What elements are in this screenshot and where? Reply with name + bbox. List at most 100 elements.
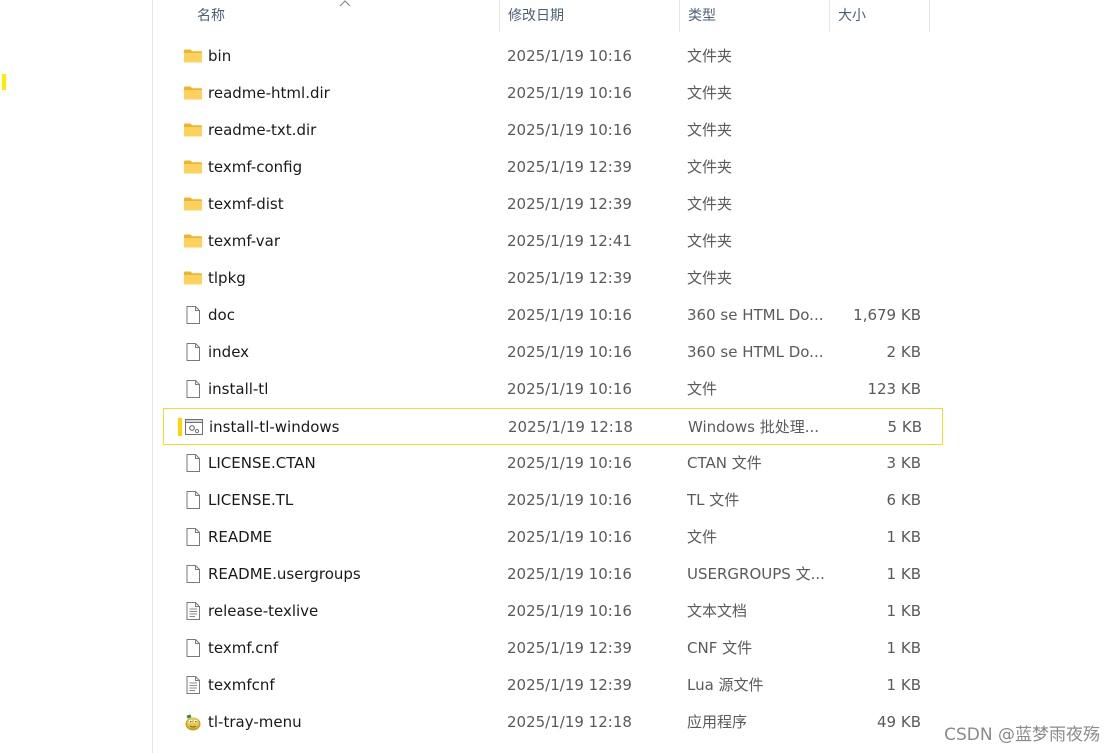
file-size [823,149,921,186]
folder-icon [183,231,203,251]
file-size [823,38,921,75]
file-size: 1,679 KB [853,306,921,324]
navigation-pane[interactable] [0,0,152,753]
file-icon [183,305,203,325]
file-row-texmfcnf[interactable]: texmfcnf 2025/1/19 12:39 Lua 源文件 1 KB [163,667,943,704]
file-date: 2025/1/19 10:16 [507,84,632,102]
file-row-texmf-config[interactable]: texmf-config 2025/1/19 12:39 文件夹 [163,149,943,186]
file-name: LICENSE.TL [208,491,294,509]
file-icon [183,490,203,510]
file-row-install-tl[interactable]: install-tl 2025/1/19 10:16 文件 123 KB [163,371,943,408]
column-header-date[interactable]: 修改日期 [499,0,679,32]
file-size [823,75,921,112]
file-type: 360 se HTML Do... [687,306,824,324]
nav-highlight-marker [2,74,6,90]
file-type: 文件夹 [687,84,733,102]
file-date: 2025/1/19 10:16 [507,306,632,324]
file-type: CNF 文件 [687,639,753,657]
file-type: 文件 [687,528,718,546]
file-row-readme[interactable]: README 2025/1/19 10:16 文件 1 KB [163,519,943,556]
app-icon [183,712,203,732]
batch-file-icon [184,417,204,437]
file-name: tl-tray-menu [208,713,302,731]
file-name: doc [208,306,235,324]
file-size: 123 KB [867,380,921,398]
file-name: texmf-config [208,158,303,176]
file-type: 文件 [687,380,718,398]
text-file-icon [183,601,203,621]
file-date: 2025/1/19 12:39 [507,195,632,213]
file-type: CTAN 文件 [687,454,762,472]
file-name: texmf.cnf [208,639,279,657]
file-row-readme-html-dir[interactable]: readme-html.dir 2025/1/19 10:16 文件夹 [163,75,943,112]
selection-marker [178,418,182,436]
file-date: 2025/1/19 12:39 [507,639,632,657]
file-type: USERGROUPS 文... [687,565,825,583]
file-date: 2025/1/19 12:39 [507,269,632,287]
file-size [823,112,921,149]
file-row-license-tl[interactable]: LICENSE.TL 2025/1/19 10:16 TL 文件 6 KB [163,482,943,519]
file-size: 2 KB [886,343,921,361]
file-name: release-texlive [208,602,319,620]
file-name: texmf-dist [208,195,284,213]
file-name: install-tl [208,380,269,398]
file-date: 2025/1/19 10:16 [507,343,632,361]
file-row-texmf-dist[interactable]: texmf-dist 2025/1/19 12:39 文件夹 [163,186,943,223]
column-header-type[interactable]: 类型 [679,0,829,32]
file-row-bin[interactable]: bin 2025/1/19 10:16 文件夹 [163,38,943,75]
file-row-tlpkg[interactable]: tlpkg 2025/1/19 12:39 文件夹 [163,260,943,297]
file-row-install-tl-windows[interactable]: install-tl-windows 2025/1/19 12:18 Windo… [163,408,943,445]
file-type: 文件夹 [687,195,733,213]
file-date: 2025/1/19 12:41 [507,232,632,250]
text-file-icon [183,675,203,695]
file-type: 文本文档 [687,602,748,620]
file-name: LICENSE.CTAN [208,454,316,472]
file-type: 文件夹 [687,121,733,139]
file-row-doc[interactable]: doc 2025/1/19 10:16 360 se HTML Do... 1,… [163,297,943,334]
file-name: texmfcnf [208,676,275,694]
file-size: 1 KB [886,676,921,694]
file-icon [183,379,203,399]
file-row-texmf-cnf[interactable]: texmf.cnf 2025/1/19 12:39 CNF 文件 1 KB [163,630,943,667]
file-icon [183,342,203,362]
file-row-texmf-var[interactable]: texmf-var 2025/1/19 12:41 文件夹 [163,223,943,260]
file-name: readme-txt.dir [208,121,317,139]
file-date: 2025/1/19 10:16 [507,528,632,546]
file-icon [183,564,203,584]
file-name: README.usergroups [208,565,361,583]
file-name: texmf-var [208,232,281,250]
file-size: 6 KB [886,491,921,509]
file-date: 2025/1/19 10:16 [507,47,632,65]
file-type: TL 文件 [687,491,740,509]
folder-icon [183,46,203,66]
file-row-readme-txt-dir[interactable]: readme-txt.dir 2025/1/19 10:16 文件夹 [163,112,943,149]
file-size [823,260,921,297]
file-row-license-ctan[interactable]: LICENSE.CTAN 2025/1/19 10:16 CTAN 文件 3 K… [163,445,943,482]
folder-icon [183,157,203,177]
file-size: 1 KB [886,602,921,620]
file-type: Windows 批处理... [688,418,820,436]
file-icon [183,453,203,473]
file-size: 49 KB [877,713,921,731]
file-row-release-texlive[interactable]: release-texlive 2025/1/19 10:16 文本文档 1 K… [163,593,943,630]
file-size: 3 KB [886,454,921,472]
file-icon [183,638,203,658]
file-date: 2025/1/19 10:16 [507,380,632,398]
file-size: 1 KB [886,528,921,546]
file-date: 2025/1/19 12:39 [507,676,632,694]
file-row-index[interactable]: index 2025/1/19 10:16 360 se HTML Do... … [163,334,943,371]
file-date: 2025/1/19 12:18 [507,713,632,731]
file-date: 2025/1/19 10:16 [507,602,632,620]
file-name: index [208,343,250,361]
file-row-readme-usergroups[interactable]: README.usergroups 2025/1/19 10:16 USERGR… [163,556,943,593]
column-header: 名称 修改日期 类型 大小 [153,0,1104,32]
file-type: 文件夹 [687,47,733,65]
column-header-size[interactable]: 大小 [829,0,929,32]
folder-icon [183,83,203,103]
file-name: readme-html.dir [208,84,330,102]
file-list-pane: 名称 修改日期 类型 大小 bin 2025/1/19 10:16 文件夹 re… [153,0,1104,753]
file-type: 文件夹 [687,269,733,287]
file-name: bin [208,47,232,65]
file-date: 2025/1/19 10:16 [507,565,632,583]
file-row-tl-tray-menu[interactable]: tl-tray-menu 2025/1/19 12:18 应用程序 49 KB [163,704,943,741]
